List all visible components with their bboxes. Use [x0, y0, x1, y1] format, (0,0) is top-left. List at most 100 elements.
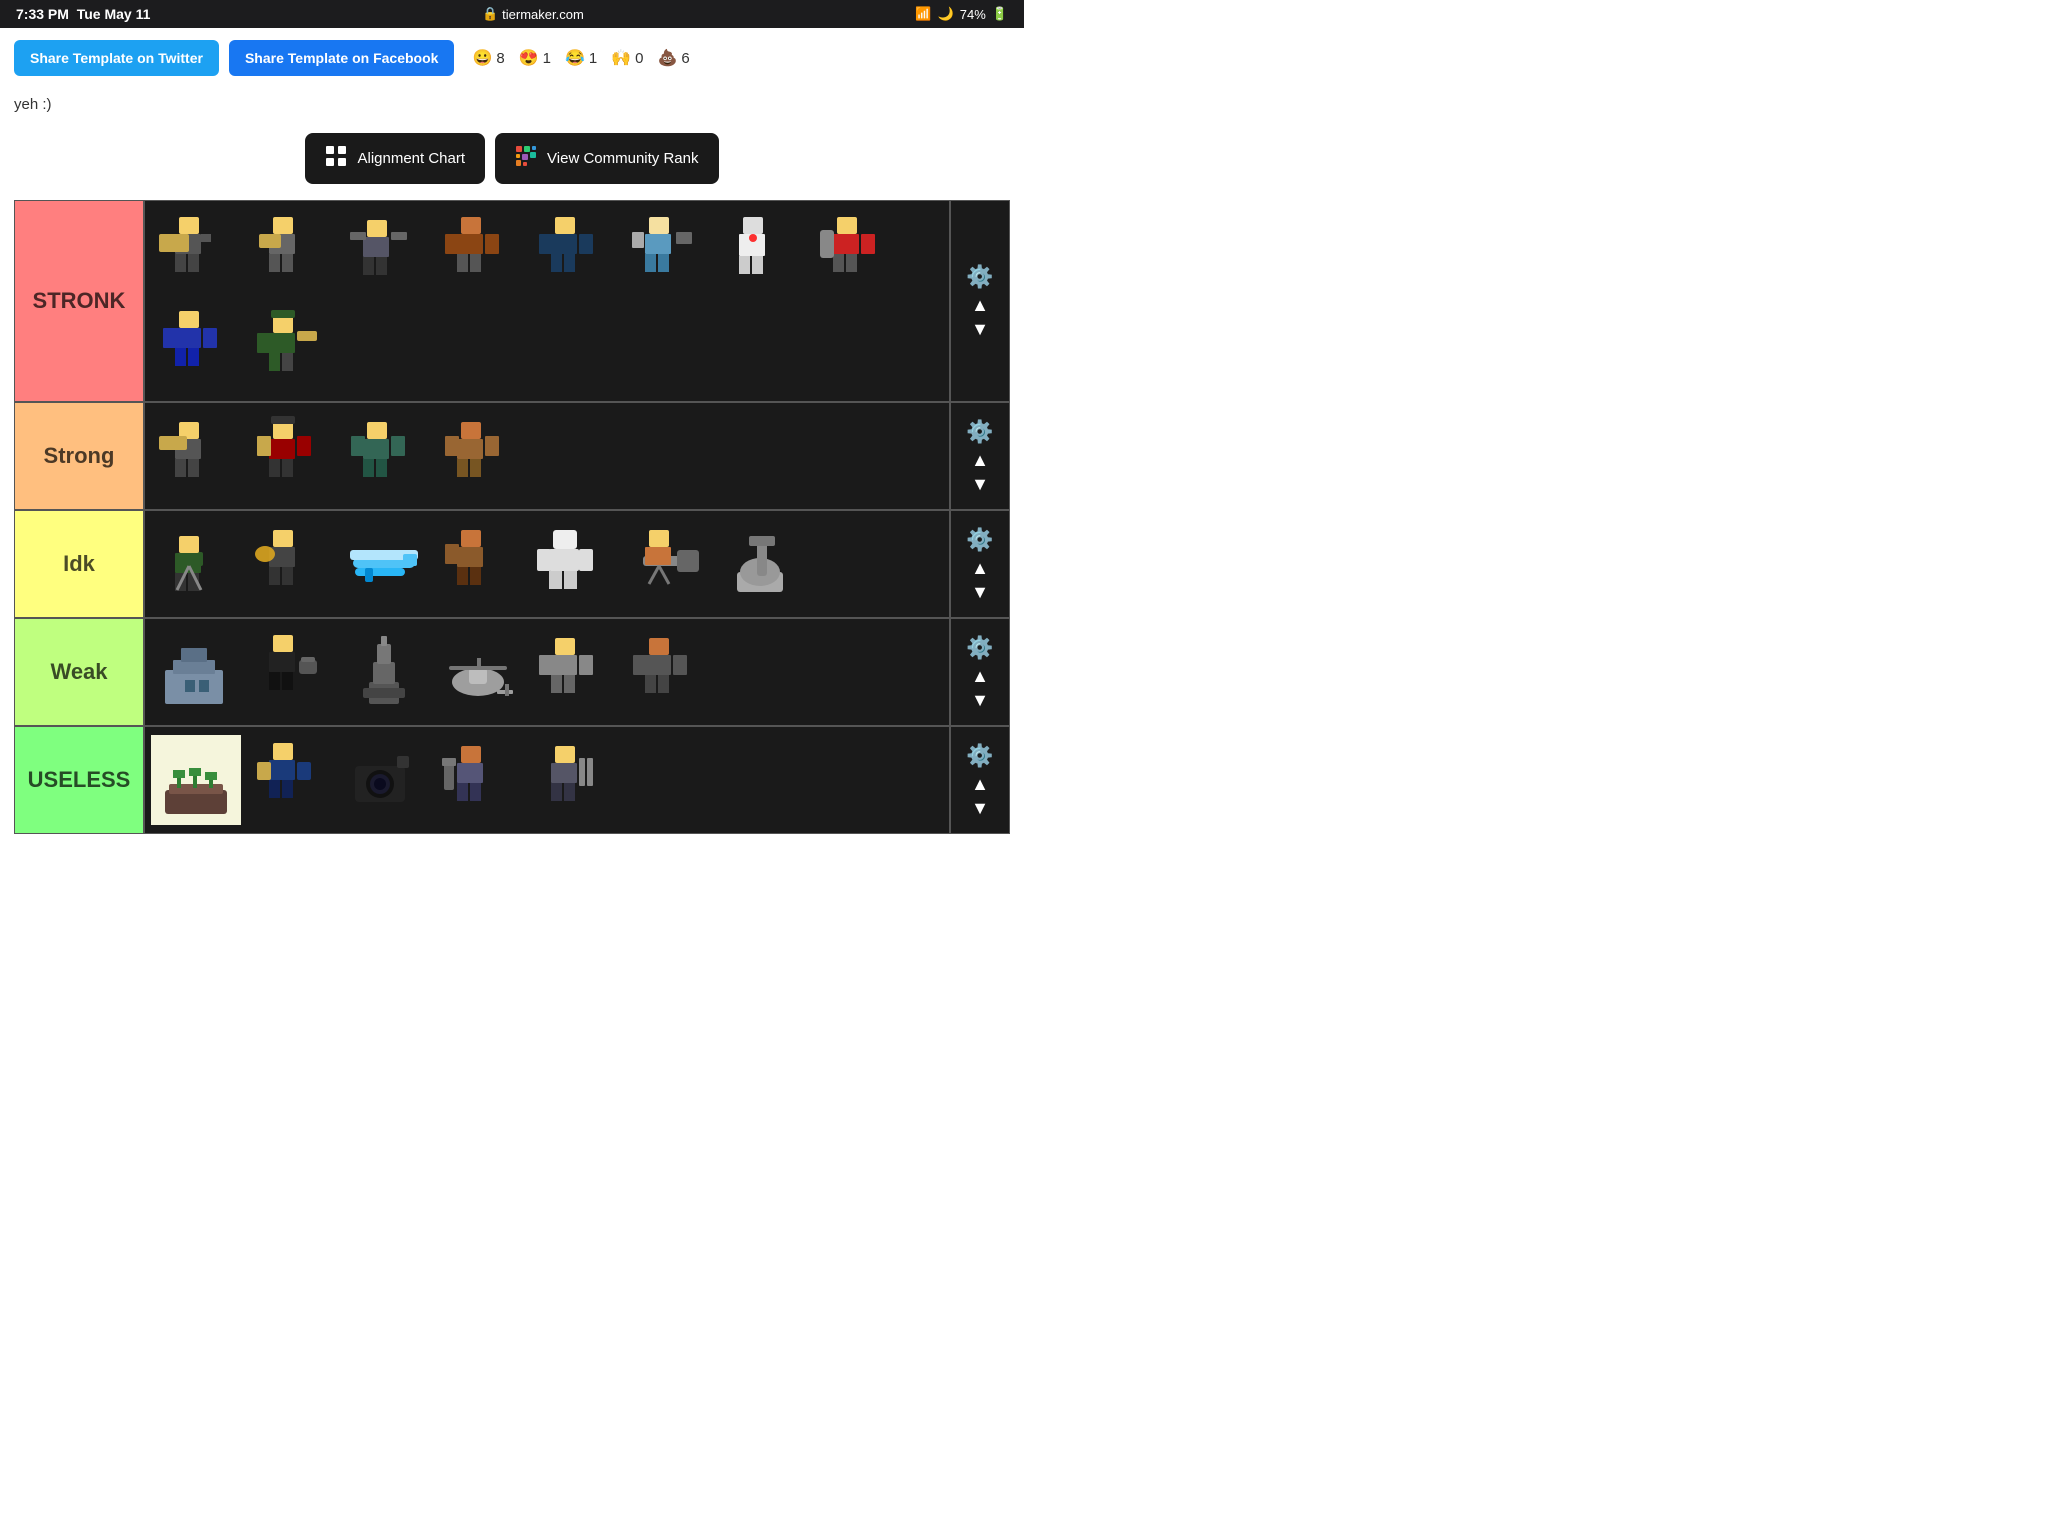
status-bar: 7:33 PM Tue May 11 🔒 tiermaker.com 📶 🌙 7…	[0, 0, 1024, 28]
reaction-love[interactable]: 😍 1	[519, 48, 551, 68]
tier-label-weak: Weak	[15, 619, 145, 725]
tier-label-stronk: STRONK	[15, 201, 145, 401]
list-item	[715, 519, 805, 609]
list-item	[339, 627, 429, 717]
list-item	[339, 411, 429, 501]
tier-row-stronk: STRONK	[15, 201, 1009, 403]
list-item	[339, 519, 429, 609]
gear-icon[interactable]: ⚙️	[966, 743, 993, 769]
tier-content-strong	[145, 403, 949, 509]
list-item	[809, 209, 899, 299]
community-rank-label: View Community Rank	[547, 150, 698, 167]
list-item	[151, 411, 241, 501]
move-down-button[interactable]: ▼	[971, 320, 989, 338]
tier-label-strong: Strong	[15, 403, 145, 509]
reaction-praise[interactable]: 🙌 0	[611, 48, 643, 68]
battery-level: 74%	[960, 7, 986, 22]
list-item	[151, 519, 241, 609]
list-item	[433, 411, 523, 501]
happy-count: 8	[496, 50, 504, 67]
happy-emoji: 😀	[472, 48, 492, 68]
tier-content-useless	[145, 727, 949, 833]
list-item	[433, 627, 523, 717]
status-time: 7:33 PM Tue May 11	[16, 6, 150, 22]
lock-icon: 🔒	[482, 6, 498, 22]
love-emoji: 😍	[519, 48, 539, 68]
tier-controls-stronk: ⚙️ ▲ ▼	[949, 201, 1009, 401]
move-up-button[interactable]: ▲	[971, 296, 989, 314]
list-item	[527, 209, 617, 299]
gear-icon[interactable]: ⚙️	[966, 635, 993, 661]
alignment-chart-button[interactable]: Alignment Chart	[305, 133, 485, 184]
gear-icon[interactable]: ⚙️	[966, 527, 993, 553]
reactions-row: 😀 8 😍 1 😂 1 🙌 0 💩 6	[472, 48, 689, 68]
list-item	[433, 209, 523, 299]
tier-row-useless: USELESS	[15, 727, 1009, 833]
main-content: Share Template on Twitter Share Template…	[0, 28, 1024, 846]
battery-icon: 🔋	[992, 6, 1008, 22]
list-item	[433, 735, 523, 825]
community-icon	[515, 145, 537, 172]
gear-icon[interactable]: ⚙️	[966, 419, 993, 445]
love-count: 1	[543, 50, 551, 67]
tier-controls-weak: ⚙️ ▲ ▼	[949, 619, 1009, 725]
gear-icon[interactable]: ⚙️	[966, 264, 993, 290]
reaction-poop[interactable]: 💩 6	[658, 48, 690, 68]
move-down-button[interactable]: ▼	[971, 475, 989, 493]
tier-controls-useless: ⚙️ ▲ ▼	[949, 727, 1009, 833]
moon-icon: 🌙	[938, 6, 954, 22]
share-twitter-button[interactable]: Share Template on Twitter	[14, 40, 219, 76]
move-up-button[interactable]: ▲	[971, 667, 989, 685]
list-item	[151, 303, 241, 393]
list-item	[339, 735, 429, 825]
laugh-emoji: 😂	[565, 48, 585, 68]
tier-controls-idk: ⚙️ ▲ ▼	[949, 511, 1009, 617]
praise-count: 0	[635, 50, 643, 67]
alignment-chart-label: Alignment Chart	[357, 150, 465, 167]
list-item	[339, 209, 429, 299]
list-item	[151, 627, 241, 717]
list-item	[527, 627, 617, 717]
tier-content-stronk	[145, 201, 949, 401]
tier-content-weak	[145, 619, 949, 725]
tier-row-idk: Idk	[15, 511, 1009, 619]
wifi-icon: 📶	[915, 6, 931, 22]
move-up-button[interactable]: ▲	[971, 559, 989, 577]
list-item	[621, 627, 711, 717]
list-item	[715, 209, 805, 299]
reaction-laugh[interactable]: 😂 1	[565, 48, 597, 68]
reaction-happy[interactable]: 😀 8	[472, 48, 504, 68]
list-item	[245, 519, 335, 609]
list-item	[245, 627, 335, 717]
list-item	[151, 735, 241, 825]
description-text: yeh :)	[14, 92, 1010, 117]
community-rank-button[interactable]: View Community Rank	[495, 133, 718, 184]
tier-label-idk: Idk	[15, 511, 145, 617]
list-item	[527, 735, 617, 825]
move-down-button[interactable]: ▼	[971, 799, 989, 817]
action-buttons: Alignment Chart View Community Rank	[14, 133, 1010, 184]
poop-count: 6	[681, 50, 689, 67]
list-item	[245, 735, 335, 825]
list-item	[245, 411, 335, 501]
poop-emoji: 💩	[658, 48, 678, 68]
move-down-button[interactable]: ▼	[971, 583, 989, 601]
grid-icon	[325, 145, 347, 172]
list-item	[151, 209, 241, 299]
laugh-count: 1	[589, 50, 597, 67]
list-item	[433, 519, 523, 609]
status-url: 🔒 tiermaker.com	[482, 6, 584, 22]
tier-list: STRONK	[14, 200, 1010, 834]
tier-row-weak: Weak	[15, 619, 1009, 727]
list-item	[527, 519, 617, 609]
status-right: 📶 🌙 74% 🔋	[915, 6, 1008, 22]
move-up-button[interactable]: ▲	[971, 775, 989, 793]
share-facebook-button[interactable]: Share Template on Facebook	[229, 40, 454, 76]
move-down-button[interactable]: ▼	[971, 691, 989, 709]
tier-row-strong: Strong	[15, 403, 1009, 511]
list-item	[621, 209, 711, 299]
buttons-row: Share Template on Twitter Share Template…	[14, 40, 1010, 76]
move-up-button[interactable]: ▲	[971, 451, 989, 469]
tier-content-idk	[145, 511, 949, 617]
tier-label-useless: USELESS	[15, 727, 145, 833]
